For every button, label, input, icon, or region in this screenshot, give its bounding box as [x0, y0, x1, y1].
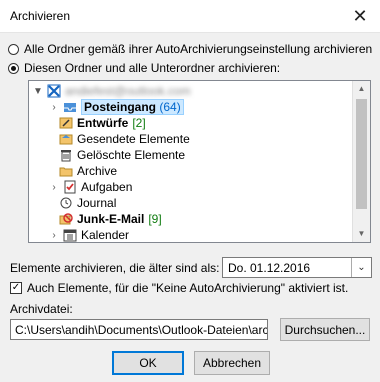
archive-file-path: C:\Users\andih\Documents\Outlook-Dateien… — [15, 323, 268, 337]
browse-button[interactable]: Durchsuchen... — [280, 318, 370, 341]
archive-older-label: Elemente archivieren, die älter sind als… — [10, 261, 220, 275]
browse-button-label: Durchsuchen... — [284, 322, 366, 337]
journal-icon — [59, 196, 73, 210]
tree-item-kalender[interactable]: › Kalender — [49, 227, 130, 242]
title-bar: Archivieren ✕ — [0, 0, 380, 33]
cancel-button[interactable]: Abbrechen — [194, 351, 270, 375]
calendar-icon — [63, 228, 77, 242]
tasks-icon — [63, 180, 77, 194]
checkbox[interactable]: ✓ — [10, 282, 22, 294]
tree-item-count: (64) — [159, 100, 181, 114]
chevron-right-icon[interactable]: › — [49, 230, 59, 241]
tree-account-label: andiefest@outlook.com — [65, 84, 191, 98]
sent-icon — [59, 132, 73, 146]
archive-date-picker[interactable]: Do. 01.12.2016 ⌄ — [222, 257, 372, 278]
tree-item-label: Gelöschte Elemente — [77, 148, 186, 162]
archive-date-value: Do. 01.12.2016 — [228, 261, 311, 275]
date-dropdown-button[interactable]: ⌄ — [351, 258, 371, 277]
close-button[interactable]: ✕ — [340, 0, 380, 32]
radio-archive-all-label: Alle Ordner gemäß ihrer AutoArchivierung… — [24, 42, 373, 56]
trash-icon — [59, 148, 73, 162]
chevron-down-icon: ⌄ — [357, 262, 366, 273]
tree-item-label: Kalender — [81, 228, 130, 242]
chevron-down-icon[interactable]: ▼ — [33, 86, 43, 97]
window-title: Archivieren — [10, 9, 71, 23]
tree-item-label: Journal — [77, 196, 117, 210]
scroll-up-icon[interactable]: ▲ — [353, 81, 370, 97]
tree-item-archive[interactable]: Archive — [59, 163, 117, 179]
radio-archive-this-label: Diesen Ordner und alle Unterordner archi… — [24, 61, 281, 75]
ok-button-label: OK — [139, 356, 157, 370]
inbox-icon — [63, 100, 77, 114]
tree-item-entwuerfe[interactable]: Entwürfe [2] — [59, 115, 146, 131]
tree-item-geloeschte[interactable]: Gelöschte Elemente — [59, 147, 185, 163]
exchange-account-icon — [47, 84, 61, 98]
folder-icon — [59, 164, 73, 178]
tree-item-count: [9] — [148, 212, 162, 226]
tree-item-label: Junk-E-Mail — [77, 212, 145, 226]
tree-item-posteingang[interactable]: › Posteingang (64) — [49, 99, 184, 115]
include-no-autoarchive-label: Auch Elemente, für die "Keine AutoArchiv… — [27, 281, 349, 295]
tree-scrollbar[interactable]: ▲ ▼ — [352, 81, 370, 242]
radio-button[interactable] — [8, 43, 19, 55]
tree-item-gesendete[interactable]: Gesendete Elemente — [59, 131, 190, 147]
tree-item-label: Archive — [77, 164, 118, 178]
checkmark-icon: ✓ — [11, 282, 21, 293]
tree-item-junk[interactable]: Junk-E-Mail [9] — [59, 211, 162, 227]
junk-icon — [59, 212, 73, 226]
tree-item-label: Entwürfe — [77, 116, 129, 130]
drafts-icon — [59, 116, 73, 130]
include-no-autoarchive-checkbox[interactable]: ✓ Auch Elemente, für die "Keine AutoArch… — [10, 281, 348, 295]
chevron-right-icon[interactable]: › — [49, 182, 59, 193]
cancel-button-label: Abbrechen — [202, 356, 262, 370]
tree-item-count: [2] — [132, 116, 146, 130]
scroll-down-icon[interactable]: ▼ — [353, 226, 370, 242]
chevron-right-icon[interactable]: › — [49, 102, 59, 113]
tree-item-aufgaben[interactable]: › Aufgaben — [49, 179, 132, 195]
archive-file-label: Archivdatei: — [10, 302, 73, 316]
tree-account-row[interactable]: ▼ andiefest@outlook.com — [33, 83, 191, 99]
radio-archive-all[interactable]: Alle Ordner gemäß ihrer AutoArchivierung… — [8, 42, 372, 56]
archive-file-path-input[interactable]: C:\Users\andih\Documents\Outlook-Dateien… — [10, 319, 268, 340]
radio-button-checked[interactable] — [8, 62, 19, 74]
close-icon: ✕ — [352, 5, 368, 26]
tree-item-journal[interactable]: Journal — [59, 195, 116, 211]
folder-tree[interactable]: ▼ andiefest@outlook.com › Posteingang (6… — [28, 80, 371, 243]
ok-button[interactable]: OK — [112, 351, 184, 375]
radio-archive-this[interactable]: Diesen Ordner und alle Unterordner archi… — [8, 61, 280, 75]
tree-item-label: Posteingang — [84, 100, 157, 114]
tree-item-label: Aufgaben — [81, 180, 133, 194]
scroll-thumb[interactable] — [356, 99, 367, 209]
tree-item-label: Gesendete Elemente — [77, 132, 190, 146]
